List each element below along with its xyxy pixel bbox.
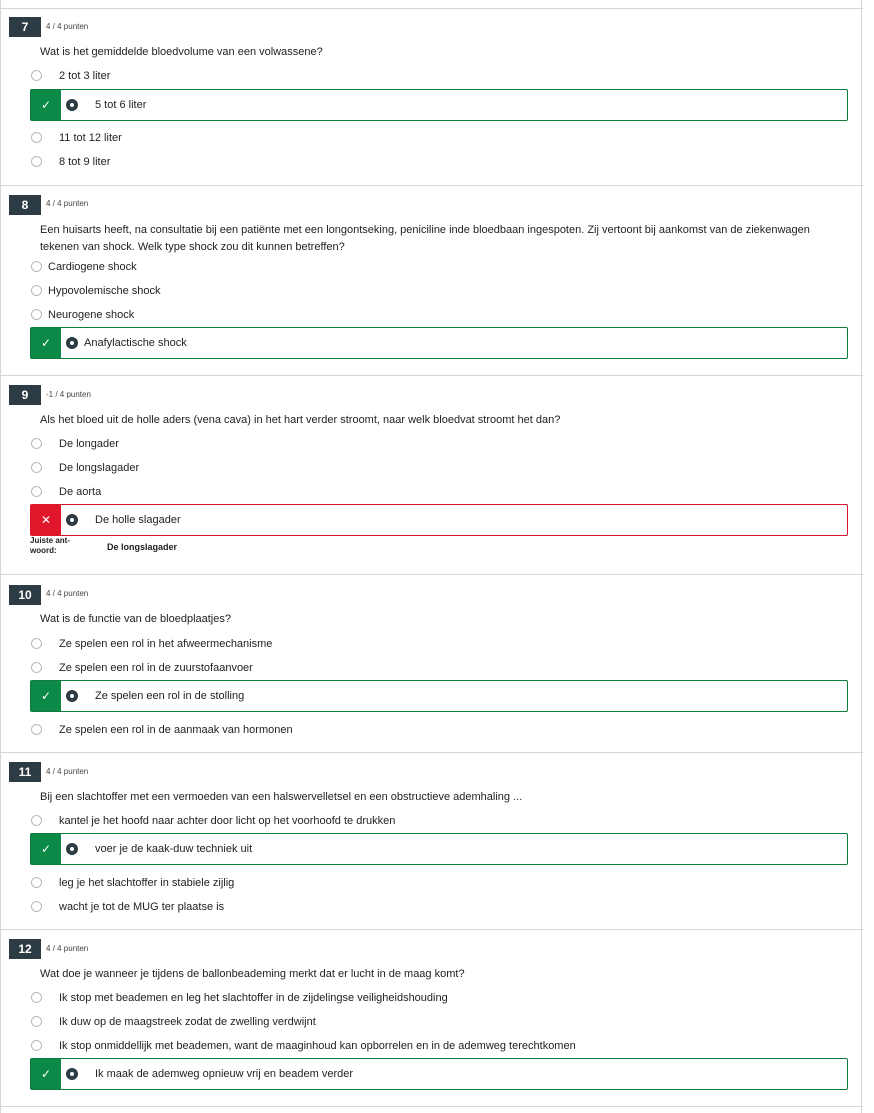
answer-option-label: Ze spelen een rol in de stolling [95, 690, 245, 702]
question-points: 4 / 4 punten [46, 199, 89, 208]
radio-button[interactable] [31, 638, 42, 649]
radio-button[interactable] [31, 486, 42, 497]
radio-button[interactable] [31, 877, 42, 888]
quiz-results-panel: 7 4 / 4 punten Wat is het gemiddelde blo… [0, 0, 863, 1113]
radio-button[interactable] [31, 992, 42, 1003]
question-number-badge: 12 [9, 939, 41, 959]
question-text: Als het bloed uit de holle aders (vena c… [40, 414, 561, 426]
answer-option-label: Ik stop onmiddellijk met beademen, want … [59, 1040, 576, 1052]
question-points: 4 / 4 punten [46, 22, 89, 31]
answer-option-label: 2 tot 3 liter [59, 70, 111, 82]
selected-answer-option: ✓ Anafylactische shock [30, 327, 848, 359]
answer-option-label: Ze spelen een rol in de aanmaak van horm… [59, 724, 293, 736]
question-points: 4 / 4 punten [46, 944, 89, 953]
radio-button[interactable] [31, 156, 42, 167]
radio-button-selected[interactable] [66, 337, 78, 349]
radio-button[interactable] [31, 438, 42, 449]
radio-button[interactable] [31, 261, 42, 272]
divider [1, 185, 863, 186]
divider [1, 8, 863, 9]
check-icon: ✓ [31, 328, 61, 358]
answer-option-label: Hypovolemische shock [48, 285, 161, 297]
question-text: Wat is de functie van de bloedplaatjes? [40, 613, 231, 625]
answer-option-label: De aorta [59, 486, 102, 498]
divider [1, 375, 863, 376]
answer-option-label: Ze spelen een rol in de zuurstofaanvoer [59, 662, 253, 674]
divider [1, 752, 863, 753]
answer-option-label: Neurogene shock [48, 309, 135, 321]
selected-answer-option: ✕ De holle slagader [30, 504, 848, 536]
selected-answer-option: ✓ 5 tot 6 liter [30, 89, 848, 121]
question-number-badge: 9 [9, 385, 41, 405]
answer-option-label: leg je het slachtoffer in stabiele zijli… [59, 877, 235, 889]
radio-button[interactable] [31, 724, 42, 735]
radio-button-selected[interactable] [66, 514, 78, 526]
radio-button[interactable] [31, 70, 42, 81]
radio-button[interactable] [31, 901, 42, 912]
check-icon: ✓ [31, 681, 61, 711]
answer-option-label: Ik stop met beademen en leg het slachtof… [59, 992, 448, 1004]
radio-button[interactable] [31, 1040, 42, 1051]
question-points: 4 / 4 punten [46, 767, 89, 776]
answer-option-label: wacht je tot de MUG ter plaatse is [59, 901, 225, 913]
x-icon: ✕ [31, 505, 61, 535]
question-number-badge: 11 [9, 762, 41, 782]
radio-button-selected[interactable] [66, 843, 78, 855]
question-text: Wat is het gemiddelde bloedvolume van ee… [40, 46, 323, 58]
correct-answer-label: Juiste ant-woord: [30, 536, 71, 555]
answer-option-label: 5 tot 6 liter [95, 99, 147, 111]
answer-option-label: De longader [59, 438, 119, 450]
question-number-badge: 7 [9, 17, 41, 37]
question-number-badge: 10 [9, 585, 41, 605]
answer-option-label: Anafylactische shock [84, 337, 187, 349]
selected-answer-option: ✓ Ik maak de ademweg opnieuw vrij en bea… [30, 1058, 848, 1090]
radio-button[interactable] [31, 662, 42, 673]
answer-option-label: 11 tot 12 liter [59, 132, 122, 144]
selected-answer-option: ✓ Ze spelen een rol in de stolling [30, 680, 848, 712]
divider [1, 1106, 863, 1107]
answer-option-label: 8 tot 9 liter [59, 156, 111, 168]
question-text: Een huisarts heeft, na consultatie bij e… [40, 224, 810, 253]
check-icon: ✓ [31, 834, 61, 864]
answer-option-label: Ik duw op de maagstreek zodat de zwellin… [59, 1016, 316, 1028]
answer-option-label: voer je de kaak-duw techniek uit [95, 843, 253, 855]
radio-button[interactable] [31, 462, 42, 473]
question-text: Wat doe je wanneer je tijdens de ballonb… [40, 968, 465, 980]
radio-button[interactable] [31, 132, 42, 143]
answer-option-label: De longslagader [59, 462, 140, 474]
radio-button[interactable] [31, 285, 42, 296]
selected-answer-option: ✓ voer je de kaak-duw techniek uit [30, 833, 848, 865]
answer-option-label: Ze spelen een rol in het afweermechanism… [59, 638, 273, 650]
radio-button[interactable] [31, 1016, 42, 1027]
question-points: 4 / 4 punten [46, 589, 89, 598]
divider [1, 929, 863, 930]
question-number-badge: 8 [9, 195, 41, 215]
radio-button[interactable] [31, 815, 42, 826]
radio-button[interactable] [31, 309, 42, 320]
answer-option-label: De holle slagader [95, 514, 181, 526]
question-text: Bij een slachtoffer met een vermoeden va… [40, 791, 523, 803]
question-points: -1 / 4 punten [46, 390, 91, 399]
divider [1, 574, 863, 575]
answer-option-label: kantel je het hoofd naar achter door lic… [59, 815, 396, 827]
radio-button-selected[interactable] [66, 690, 78, 702]
radio-button-selected[interactable] [66, 1068, 78, 1080]
correct-answer-value: De longslagader [107, 542, 178, 552]
check-icon: ✓ [31, 90, 61, 120]
answer-option-label: Cardiogene shock [48, 261, 137, 273]
answer-option-label: Ik maak de ademweg opnieuw vrij en beade… [95, 1068, 354, 1080]
radio-button-selected[interactable] [66, 99, 78, 111]
check-icon: ✓ [31, 1059, 61, 1089]
